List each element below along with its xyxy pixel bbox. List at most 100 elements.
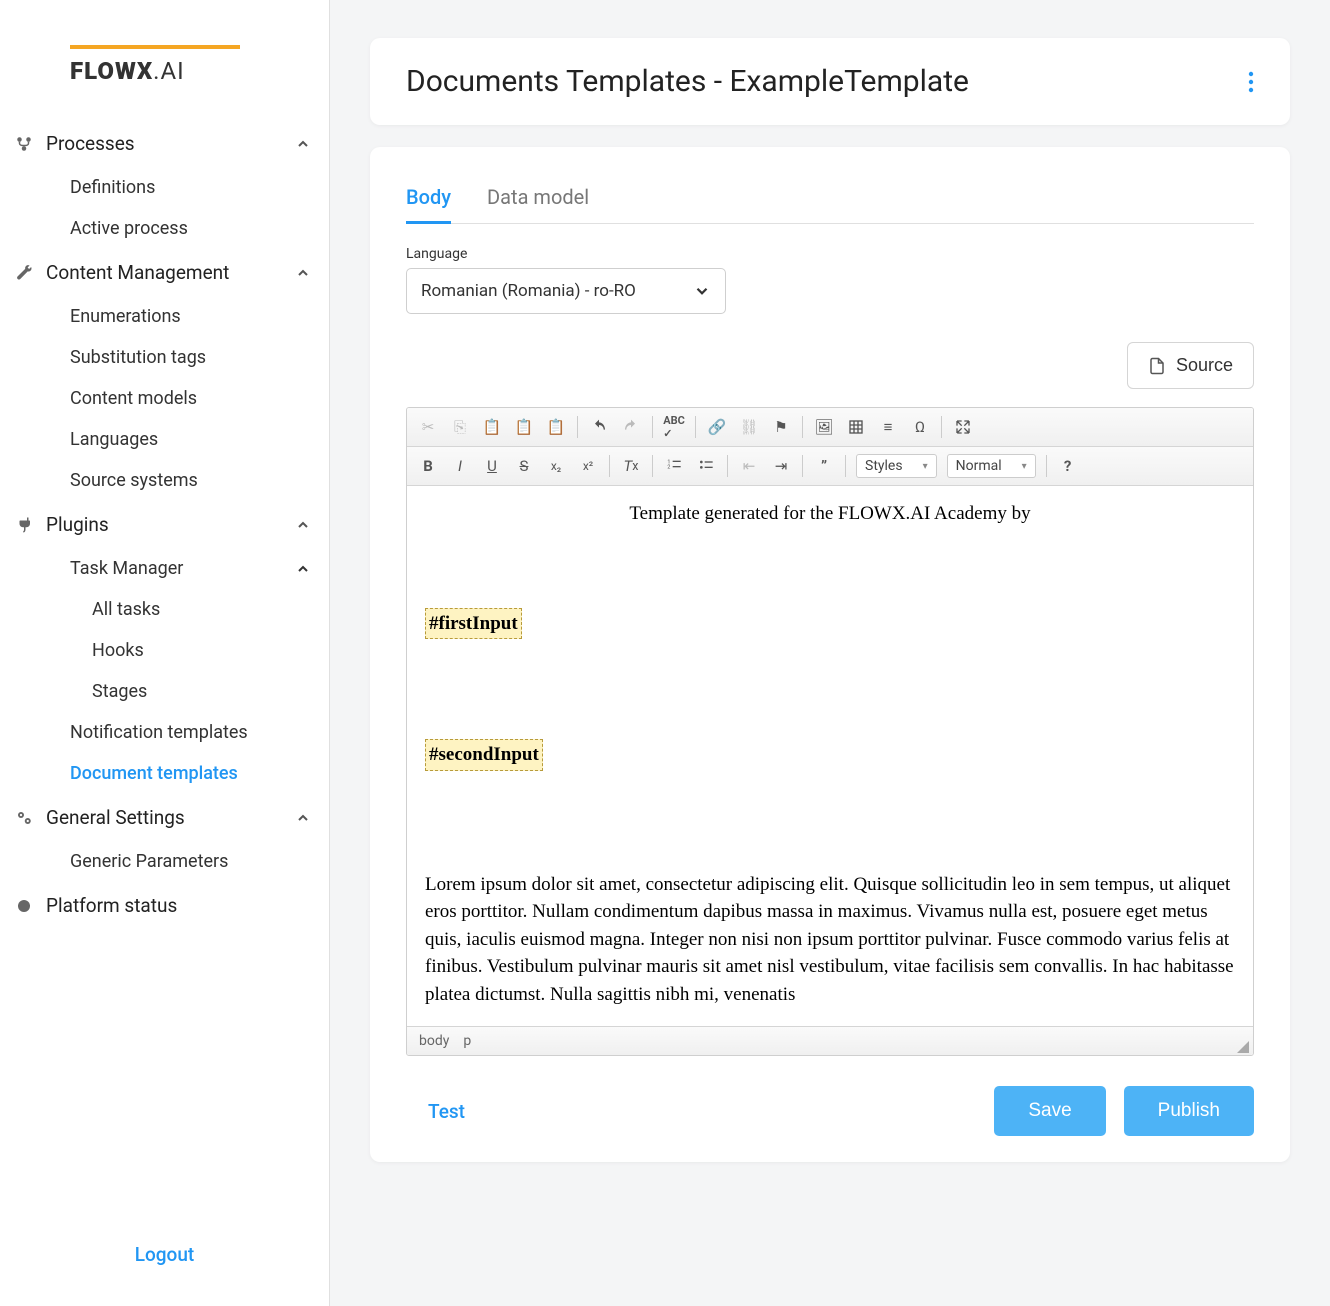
nav-item-substitution-tags[interactable]: Substitution tags bbox=[0, 337, 329, 378]
svg-text:2: 2 bbox=[667, 465, 670, 471]
chevron-up-icon bbox=[295, 517, 311, 533]
chevron-down-icon bbox=[693, 282, 711, 300]
page-title: Documents Templates - ExampleTemplate bbox=[406, 64, 969, 99]
publish-button[interactable]: Publish bbox=[1124, 1086, 1254, 1136]
format-dropdown[interactable]: Normal ▾ bbox=[947, 454, 1036, 478]
language-select[interactable]: Romanian (Romania) - ro-RO bbox=[406, 268, 726, 314]
nav-item-languages[interactable]: Languages bbox=[0, 419, 329, 460]
tab-body[interactable]: Body bbox=[406, 173, 451, 224]
anchor-icon[interactable]: ⚑ bbox=[766, 412, 796, 442]
nav-section-plugins[interactable]: Plugins bbox=[0, 501, 329, 548]
nav-item-generic-parameters[interactable]: Generic Parameters bbox=[0, 841, 329, 882]
remove-format-icon[interactable]: Tx bbox=[616, 451, 646, 481]
subscript-icon[interactable]: x₂ bbox=[541, 451, 571, 481]
editor-heading: Template generated for the FLOWX.AI Acad… bbox=[425, 500, 1235, 528]
special-char-icon[interactable]: Ω bbox=[905, 412, 935, 442]
main-content: Documents Templates - ExampleTemplate Bo… bbox=[330, 0, 1330, 1306]
placeholder-second-input[interactable]: #secondInput bbox=[425, 739, 543, 771]
nav-section-content[interactable]: Content Management bbox=[0, 249, 329, 296]
chevron-up-icon bbox=[295, 265, 311, 281]
nav-item-notification-templates[interactable]: Notification templates bbox=[0, 712, 329, 753]
copy-icon: ⎘ bbox=[445, 412, 475, 442]
italic-icon[interactable]: I bbox=[445, 451, 475, 481]
nav-section-label: Content Management bbox=[38, 261, 295, 284]
nav-item-platform-status[interactable]: Platform status bbox=[0, 882, 329, 929]
rich-text-editor: ✂ ⎘ 📋 📋 📋 ABC✓ 🔗 ⛓ bbox=[406, 407, 1254, 1056]
logout-link[interactable]: Logout bbox=[0, 1203, 329, 1286]
paste-text-icon[interactable]: 📋 bbox=[509, 412, 539, 442]
redo-icon bbox=[616, 412, 646, 442]
nav-item-active-process[interactable]: Active process bbox=[0, 208, 329, 249]
nav-item-enumerations[interactable]: Enumerations bbox=[0, 296, 329, 337]
help-icon[interactable]: ? bbox=[1053, 451, 1083, 481]
outdent-icon: ⇤ bbox=[734, 451, 764, 481]
numbered-list-icon[interactable]: 12 bbox=[659, 451, 689, 481]
tabs: Body Data model bbox=[406, 173, 1254, 224]
spellcheck-icon[interactable]: ABC✓ bbox=[659, 412, 689, 442]
status-dot-icon bbox=[10, 897, 38, 915]
bold-icon[interactable]: B bbox=[413, 451, 443, 481]
tab-data-model[interactable]: Data model bbox=[487, 173, 589, 224]
nav-section-processes[interactable]: Processes bbox=[0, 120, 329, 167]
nav-item-definitions[interactable]: Definitions bbox=[0, 167, 329, 208]
blockquote-icon[interactable]: ” bbox=[809, 451, 839, 481]
chevron-up-icon bbox=[295, 810, 311, 826]
nav-item-content-models[interactable]: Content models bbox=[0, 378, 329, 419]
more-menu-button[interactable] bbox=[1248, 70, 1254, 94]
editor-status-bar: body p bbox=[407, 1026, 1253, 1055]
test-button[interactable]: Test bbox=[406, 1088, 487, 1135]
paste-icon[interactable]: 📋 bbox=[477, 412, 507, 442]
nav-item-hooks[interactable]: Hooks bbox=[0, 630, 329, 671]
indent-icon[interactable]: ⇥ bbox=[766, 451, 796, 481]
nav-item-source-systems[interactable]: Source systems bbox=[0, 460, 329, 501]
nav-item-task-manager[interactable]: Task Manager bbox=[0, 548, 329, 589]
page-header-card: Documents Templates - ExampleTemplate bbox=[370, 38, 1290, 125]
undo-icon[interactable] bbox=[584, 412, 614, 442]
unlink-icon: ⛓ bbox=[734, 412, 764, 442]
language-value: Romanian (Romania) - ro-RO bbox=[421, 281, 636, 301]
caret-down-icon: ▾ bbox=[1022, 461, 1027, 472]
nav-item-document-templates[interactable]: Document templates bbox=[0, 753, 329, 794]
strike-icon[interactable]: S bbox=[509, 451, 539, 481]
source-button[interactable]: Source bbox=[1127, 342, 1254, 389]
sidebar: FLOWX.AI Processes Definitions Active pr… bbox=[0, 0, 330, 1306]
bullet-list-icon[interactable] bbox=[691, 451, 721, 481]
underline-icon[interactable]: U bbox=[477, 451, 507, 481]
chevron-up-icon bbox=[295, 136, 311, 152]
gears-icon bbox=[10, 809, 38, 827]
language-label: Language bbox=[406, 246, 1254, 262]
nav-item-stages[interactable]: Stages bbox=[0, 671, 329, 712]
styles-dropdown[interactable]: Styles ▾ bbox=[856, 454, 937, 478]
maximize-icon[interactable] bbox=[948, 412, 978, 442]
action-bar: Test Save Publish bbox=[406, 1086, 1254, 1136]
placeholder-first-input[interactable]: #firstInput bbox=[425, 608, 522, 640]
editor-toolbar-1: ✂ ⎘ 📋 📋 📋 ABC✓ 🔗 ⛓ bbox=[407, 408, 1253, 447]
nav-section-label: General Settings bbox=[38, 806, 295, 829]
nav-section-label: Plugins bbox=[38, 513, 295, 536]
main-nav: Processes Definitions Active process Con… bbox=[0, 120, 329, 1203]
caret-down-icon: ▾ bbox=[923, 461, 928, 472]
document-icon bbox=[1148, 356, 1166, 376]
breadcrumb-p[interactable]: p bbox=[463, 1033, 471, 1049]
brand-logo: FLOWX.AI bbox=[0, 20, 329, 120]
link-icon[interactable]: 🔗 bbox=[702, 412, 732, 442]
editor-lorem: Lorem ipsum dolor sit amet, consectetur … bbox=[425, 871, 1235, 1009]
resize-handle[interactable] bbox=[1237, 1041, 1249, 1053]
wrench-icon bbox=[10, 264, 38, 282]
hr-icon[interactable]: ≡ bbox=[873, 412, 903, 442]
nav-section-general[interactable]: General Settings bbox=[0, 794, 329, 841]
save-button[interactable]: Save bbox=[994, 1086, 1105, 1136]
breadcrumb-body[interactable]: body bbox=[419, 1033, 449, 1049]
nav-item-all-tasks[interactable]: All tasks bbox=[0, 589, 329, 630]
nav-section-label: Processes bbox=[38, 132, 295, 155]
editor-card: Body Data model Language Romanian (Roman… bbox=[370, 147, 1290, 1162]
table-icon[interactable] bbox=[841, 412, 871, 442]
image-icon[interactable]: 🖼 bbox=[809, 412, 839, 442]
paste-word-icon[interactable]: 📋 bbox=[541, 412, 571, 442]
branch-icon bbox=[10, 135, 38, 153]
editor-toolbar-2: B I U S x₂ x² Tx 12 ⇤ bbox=[407, 447, 1253, 486]
editor-content[interactable]: Template generated for the FLOWX.AI Acad… bbox=[407, 486, 1253, 1026]
cut-icon: ✂ bbox=[413, 412, 443, 442]
superscript-icon[interactable]: x² bbox=[573, 451, 603, 481]
chevron-up-icon bbox=[295, 561, 311, 577]
